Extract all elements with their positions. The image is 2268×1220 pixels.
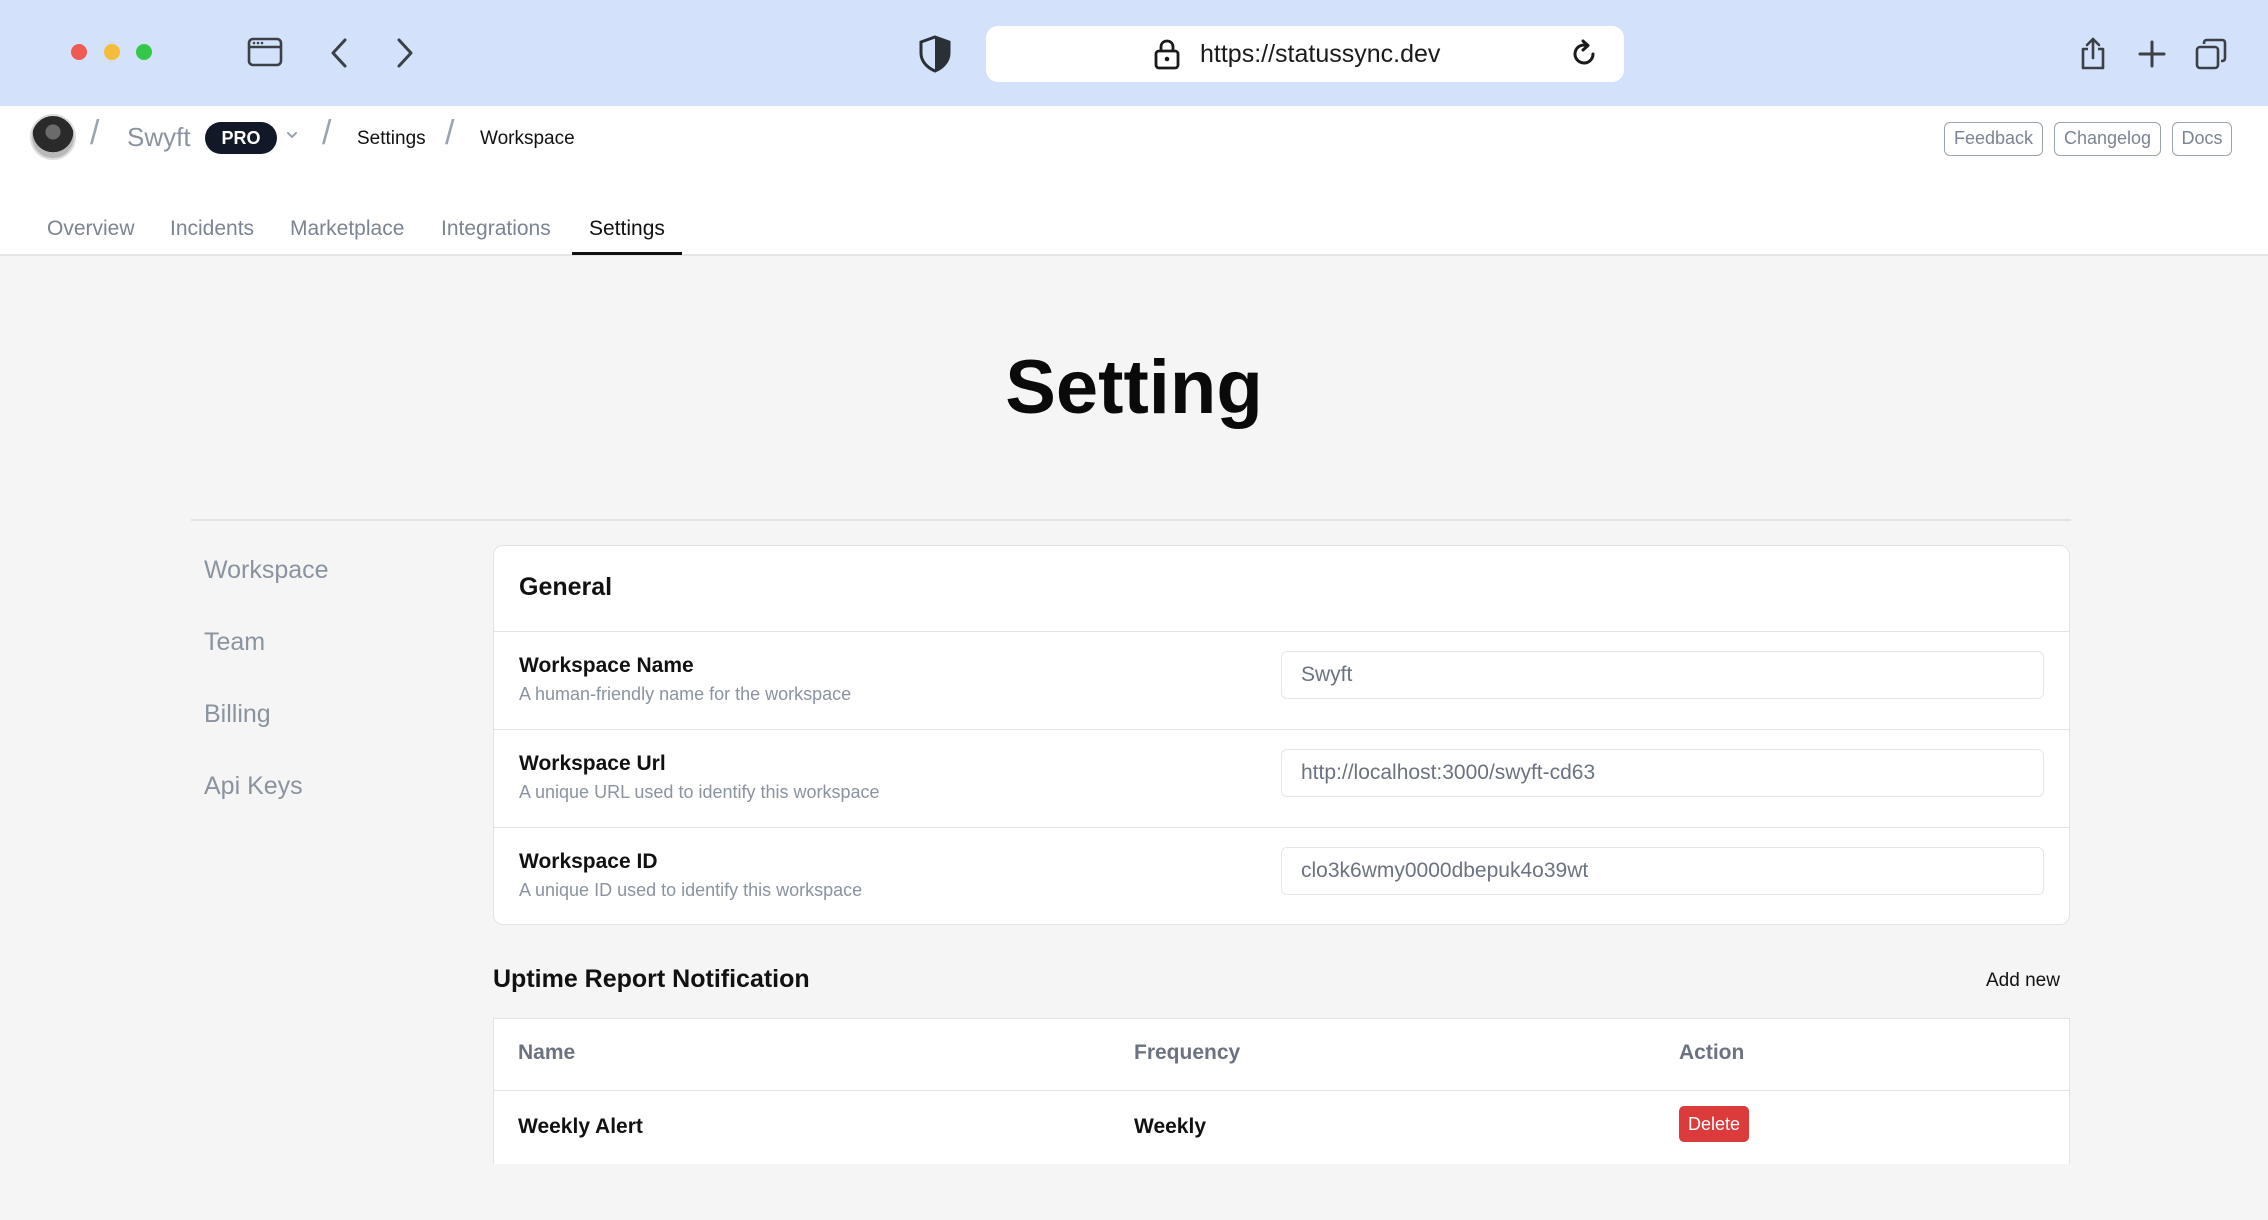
column-header-action: Action <box>1679 1041 1745 1064</box>
workspace-name-row: Workspace Name A human-friendly name for… <box>494 632 2069 730</box>
page-title: Setting <box>1005 345 1263 430</box>
field-label: Workspace Name <box>519 654 694 677</box>
sidebar-item-workspace[interactable]: Workspace <box>204 556 329 585</box>
active-tab-indicator <box>572 252 682 255</box>
feedback-button[interactable]: Feedback <box>1944 122 2043 156</box>
close-window-button[interactable] <box>71 44 87 60</box>
avatar[interactable] <box>30 114 76 160</box>
maximize-window-button[interactable] <box>136 44 152 60</box>
minimize-window-button[interactable] <box>104 44 120 60</box>
lock-icon <box>1152 38 1182 70</box>
sidebar-item-api-keys[interactable]: Api Keys <box>204 772 303 801</box>
breadcrumb-separator: / <box>445 114 455 152</box>
breadcrumb-settings[interactable]: Settings <box>357 128 426 150</box>
tabs-overview-icon[interactable] <box>2194 37 2228 71</box>
share-icon[interactable] <box>2078 36 2108 72</box>
general-settings-card: General Workspace Name A human-friendly … <box>493 545 2070 925</box>
app-header: / Swyft PRO / Settings / Workspace Feedb… <box>0 106 2268 256</box>
section-divider <box>191 519 2071 521</box>
chevron-down-icon[interactable] <box>285 128 299 147</box>
uptime-report-table: Name Frequency Action Weekly Alert Weekl… <box>493 1018 2070 1164</box>
add-new-button[interactable]: Add new <box>1986 970 2060 992</box>
plan-badge: PRO <box>205 122 277 154</box>
main-content: Setting Workspace Team Billing Api Keys … <box>0 256 2268 1220</box>
card-title: General <box>519 573 613 601</box>
sidebar-item-billing[interactable]: Billing <box>204 700 271 729</box>
docs-button[interactable]: Docs <box>2172 122 2232 156</box>
tab-marketplace[interactable]: Marketplace <box>290 206 404 256</box>
workspace-url-input[interactable] <box>1281 749 2044 797</box>
workspace-name-input[interactable] <box>1281 651 2044 699</box>
address-bar[interactable]: https://statussync.dev <box>986 26 1624 82</box>
main-tabs: Overview Incidents Marketplace Integrati… <box>0 206 2268 256</box>
back-icon[interactable] <box>326 36 352 70</box>
changelog-button[interactable]: Changelog <box>2054 122 2161 156</box>
browser-toolbar: https://statussync.dev <box>0 0 2268 106</box>
column-header-name: Name <box>518 1041 576 1064</box>
breadcrumb-separator: / <box>322 114 332 152</box>
delete-button[interactable]: Delete <box>1679 1106 1749 1142</box>
table-header: Name Frequency Action <box>494 1019 2069 1091</box>
workspace-id-input[interactable] <box>1281 847 2044 895</box>
tab-settings[interactable]: Settings <box>589 206 665 256</box>
new-tab-icon[interactable] <box>2136 38 2168 70</box>
reload-icon[interactable] <box>1568 38 1600 70</box>
tab-incidents[interactable]: Incidents <box>170 206 254 256</box>
row-frequency: Weekly <box>1134 1115 1206 1138</box>
shield-icon[interactable] <box>916 34 954 74</box>
breadcrumb-workspace[interactable]: Workspace <box>480 128 575 150</box>
sidebar-item-team[interactable]: Team <box>204 628 265 657</box>
breadcrumb-separator: / <box>90 114 100 152</box>
workspace-id-row: Workspace ID A unique ID used to identif… <box>494 828 2069 924</box>
row-name: Weekly Alert <box>518 1115 643 1138</box>
field-label: Workspace Url <box>519 752 666 775</box>
forward-icon[interactable] <box>392 36 418 70</box>
card-header: General <box>494 546 2069 632</box>
org-name[interactable]: Swyft <box>127 122 191 153</box>
field-label: Workspace ID <box>519 850 658 873</box>
column-header-frequency: Frequency <box>1134 1041 1241 1064</box>
tab-integrations[interactable]: Integrations <box>441 206 551 256</box>
workspace-url-row: Workspace Url A unique URL used to ident… <box>494 730 2069 828</box>
field-help: A unique ID used to identify this worksp… <box>519 880 863 900</box>
url-text: https://statussync.dev <box>1200 40 1441 68</box>
field-help: A human-friendly name for the workspace <box>519 684 852 704</box>
tab-overview[interactable]: Overview <box>47 206 135 256</box>
uptime-section-title: Uptime Report Notification <box>493 965 810 993</box>
field-help: A unique URL used to identify this works… <box>519 782 880 802</box>
sidebar-icon[interactable] <box>246 34 284 70</box>
